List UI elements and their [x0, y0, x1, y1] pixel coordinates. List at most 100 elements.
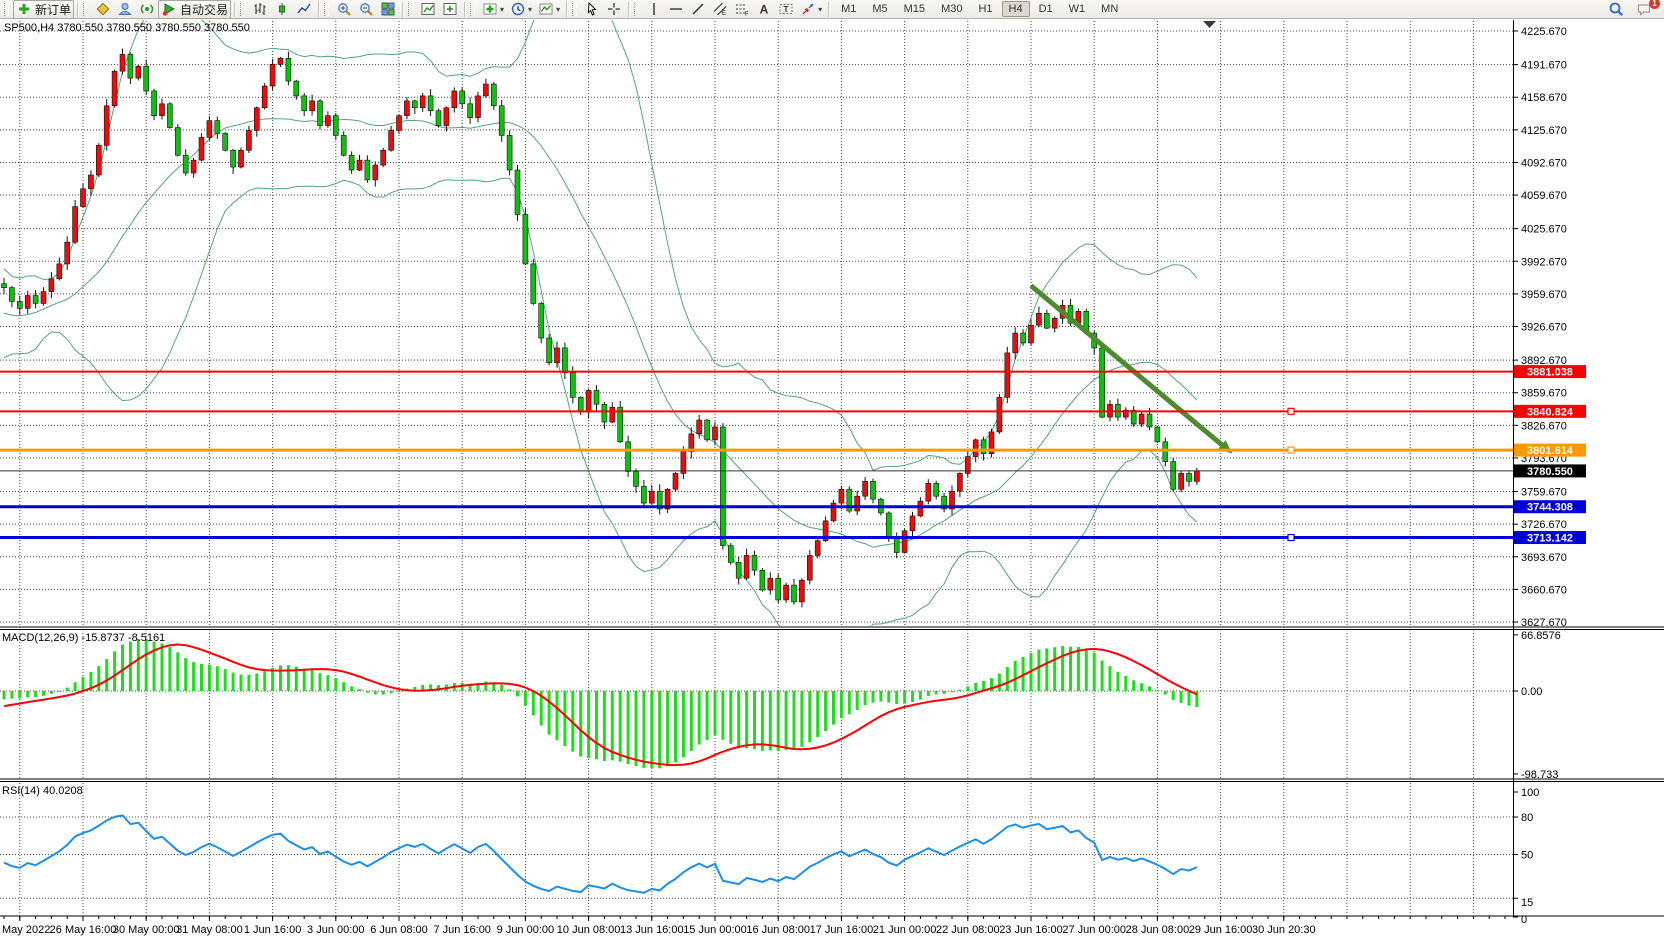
toolbar-separator — [318, 2, 320, 17]
svg-text:16 Jun 08:00: 16 Jun 08:00 — [746, 924, 810, 936]
svg-text:4125.670: 4125.670 — [1521, 125, 1567, 137]
svg-text:T: T — [784, 5, 789, 14]
tile-windows-button[interactable] — [377, 0, 399, 19]
toolbar-grip — [408, 3, 413, 16]
timeframe-button-h4[interactable]: H4 — [1002, 1, 1030, 17]
templates-button[interactable]: ▾ — [535, 0, 563, 19]
chart-diamond-icon — [95, 1, 111, 17]
template-icon — [538, 1, 554, 17]
vline-button[interactable] — [643, 0, 665, 19]
hline-icon — [668, 1, 684, 17]
indicator-list-button[interactable] — [439, 0, 461, 19]
zoom-in-button[interactable] — [333, 0, 355, 19]
cursor-button[interactable] — [581, 0, 603, 19]
text-button[interactable]: A — [753, 0, 775, 19]
profiles-button[interactable] — [114, 0, 136, 19]
dropdown-caret-icon: ▾ — [528, 5, 532, 14]
toolbar-separator — [402, 2, 404, 17]
candlestick-button[interactable] — [271, 0, 293, 19]
indicator-window-icon — [420, 1, 436, 17]
svg-text:23 Jun 16:00: 23 Jun 16:00 — [999, 924, 1063, 936]
timeframe-button-mn[interactable]: MN — [1094, 1, 1125, 17]
search-button[interactable] — [1605, 0, 1627, 19]
autotrade-button[interactable]: 自动交易 — [158, 0, 231, 19]
svg-text:1 Jun 16:00: 1 Jun 16:00 — [244, 924, 302, 936]
bar-chart-icon — [252, 1, 268, 17]
new-chart-button[interactable] — [92, 0, 114, 19]
svg-text:13 Jun 16:00: 13 Jun 16:00 — [620, 924, 684, 936]
svg-text:0.00: 0.00 — [1521, 686, 1542, 698]
signal-icon — [139, 1, 155, 17]
add-indicator-icon — [482, 1, 498, 17]
svg-text:3 Jun 00:00: 3 Jun 00:00 — [307, 924, 365, 936]
svg-text:E: E — [722, 11, 726, 17]
svg-text:80: 80 — [1521, 812, 1533, 824]
toolbar-separator — [828, 2, 830, 17]
timeframe-button-h1[interactable]: H1 — [971, 1, 999, 17]
svg-text:100: 100 — [1521, 787, 1539, 799]
svg-text:3992.670: 3992.670 — [1521, 256, 1567, 268]
dropdown-caret-icon: ▾ — [818, 5, 822, 14]
timeframe-button-d1[interactable]: D1 — [1032, 1, 1060, 17]
hline-button[interactable] — [665, 0, 687, 19]
svg-text:30 May 00:00: 30 May 00:00 — [113, 924, 180, 936]
timeframe-button-w1[interactable]: W1 — [1062, 1, 1093, 17]
zoom-out-button[interactable] — [355, 0, 377, 19]
indicator-window-button[interactable] — [417, 0, 439, 19]
arrows-icon — [800, 1, 816, 17]
svg-text:3627.670: 3627.670 — [1521, 617, 1567, 629]
svg-text:6 Jun 08:00: 6 Jun 08:00 — [370, 924, 428, 936]
channel-icon: E — [712, 1, 728, 17]
rsi-label: RSI(14) 40.0208 — [2, 785, 83, 797]
add-indicator-button[interactable]: ▾ — [479, 0, 507, 19]
timeframe-button-m1[interactable]: M1 — [834, 1, 863, 17]
toolbar-grip — [572, 3, 577, 16]
new-order-button[interactable]: 新订单 — [13, 0, 74, 19]
svg-text:4092.670: 4092.670 — [1521, 157, 1567, 169]
svg-text:3726.670: 3726.670 — [1521, 519, 1567, 531]
svg-text:4158.670: 4158.670 — [1521, 92, 1567, 104]
svg-text:3826.670: 3826.670 — [1521, 420, 1567, 432]
text-icon: A — [756, 1, 772, 17]
arrows-button[interactable]: ▾ — [797, 0, 825, 19]
line-chart-button[interactable] — [293, 0, 315, 19]
svg-text:10 Jun 08:00: 10 Jun 08:00 — [557, 924, 621, 936]
svg-text:30 Jun 20:30: 30 Jun 20:30 — [1252, 924, 1316, 936]
periods-button[interactable]: ▾ — [507, 0, 535, 19]
clock-icon — [510, 1, 526, 17]
svg-text:21 Jun 00:00: 21 Jun 00:00 — [873, 924, 937, 936]
svg-text:15: 15 — [1521, 897, 1533, 909]
svg-text:50: 50 — [1521, 850, 1533, 862]
fibonacci-button[interactable]: F — [731, 0, 753, 19]
svg-text:3713.142: 3713.142 — [1527, 533, 1573, 545]
svg-text:A: A — [760, 3, 769, 17]
zoom-out-icon — [358, 1, 374, 17]
signal-button[interactable] — [136, 0, 158, 19]
line-chart-icon — [296, 1, 312, 17]
svg-text:F: F — [745, 12, 749, 18]
price-tag-3881.038: 3881.038 — [1514, 365, 1586, 379]
autotrade-button-label: 自动交易 — [180, 1, 228, 18]
svg-text:3693.670: 3693.670 — [1521, 552, 1567, 564]
label-button[interactable]: T — [775, 0, 797, 19]
chart-title: SP500,H4 3780.550 3780.550 3780.550 3780… — [4, 22, 250, 34]
timeframe-button-m5[interactable]: M5 — [865, 1, 894, 17]
bar-chart-button[interactable] — [249, 0, 271, 19]
trendline-button[interactable] — [687, 0, 709, 19]
svg-text:3759.670: 3759.670 — [1521, 487, 1567, 499]
channel-button[interactable]: E — [709, 0, 731, 19]
dropdown-caret-icon: ▾ — [556, 5, 560, 14]
svg-text:May 2022: May 2022 — [2, 924, 50, 936]
toolbar-grip — [324, 3, 329, 16]
crosshair-button[interactable] — [603, 0, 625, 19]
svg-text:-98.733: -98.733 — [1521, 769, 1558, 781]
timeframe-button-m30[interactable]: M30 — [934, 1, 969, 17]
timeframe-button-m15[interactable]: M15 — [897, 1, 932, 17]
chat-button[interactable]: 1 — [1633, 0, 1655, 19]
toolbar-separator — [77, 2, 79, 17]
chart-area: SP500,H4 3780.550 3780.550 3780.550 3780… — [0, 19, 1664, 938]
dropdown-caret-icon: ▾ — [500, 5, 504, 14]
price-tag-3744.308: 3744.308 — [1514, 500, 1586, 513]
svg-text:22 Jun 08:00: 22 Jun 08:00 — [936, 924, 1000, 936]
svg-text:27 Jun 00:00: 27 Jun 00:00 — [1062, 924, 1126, 936]
